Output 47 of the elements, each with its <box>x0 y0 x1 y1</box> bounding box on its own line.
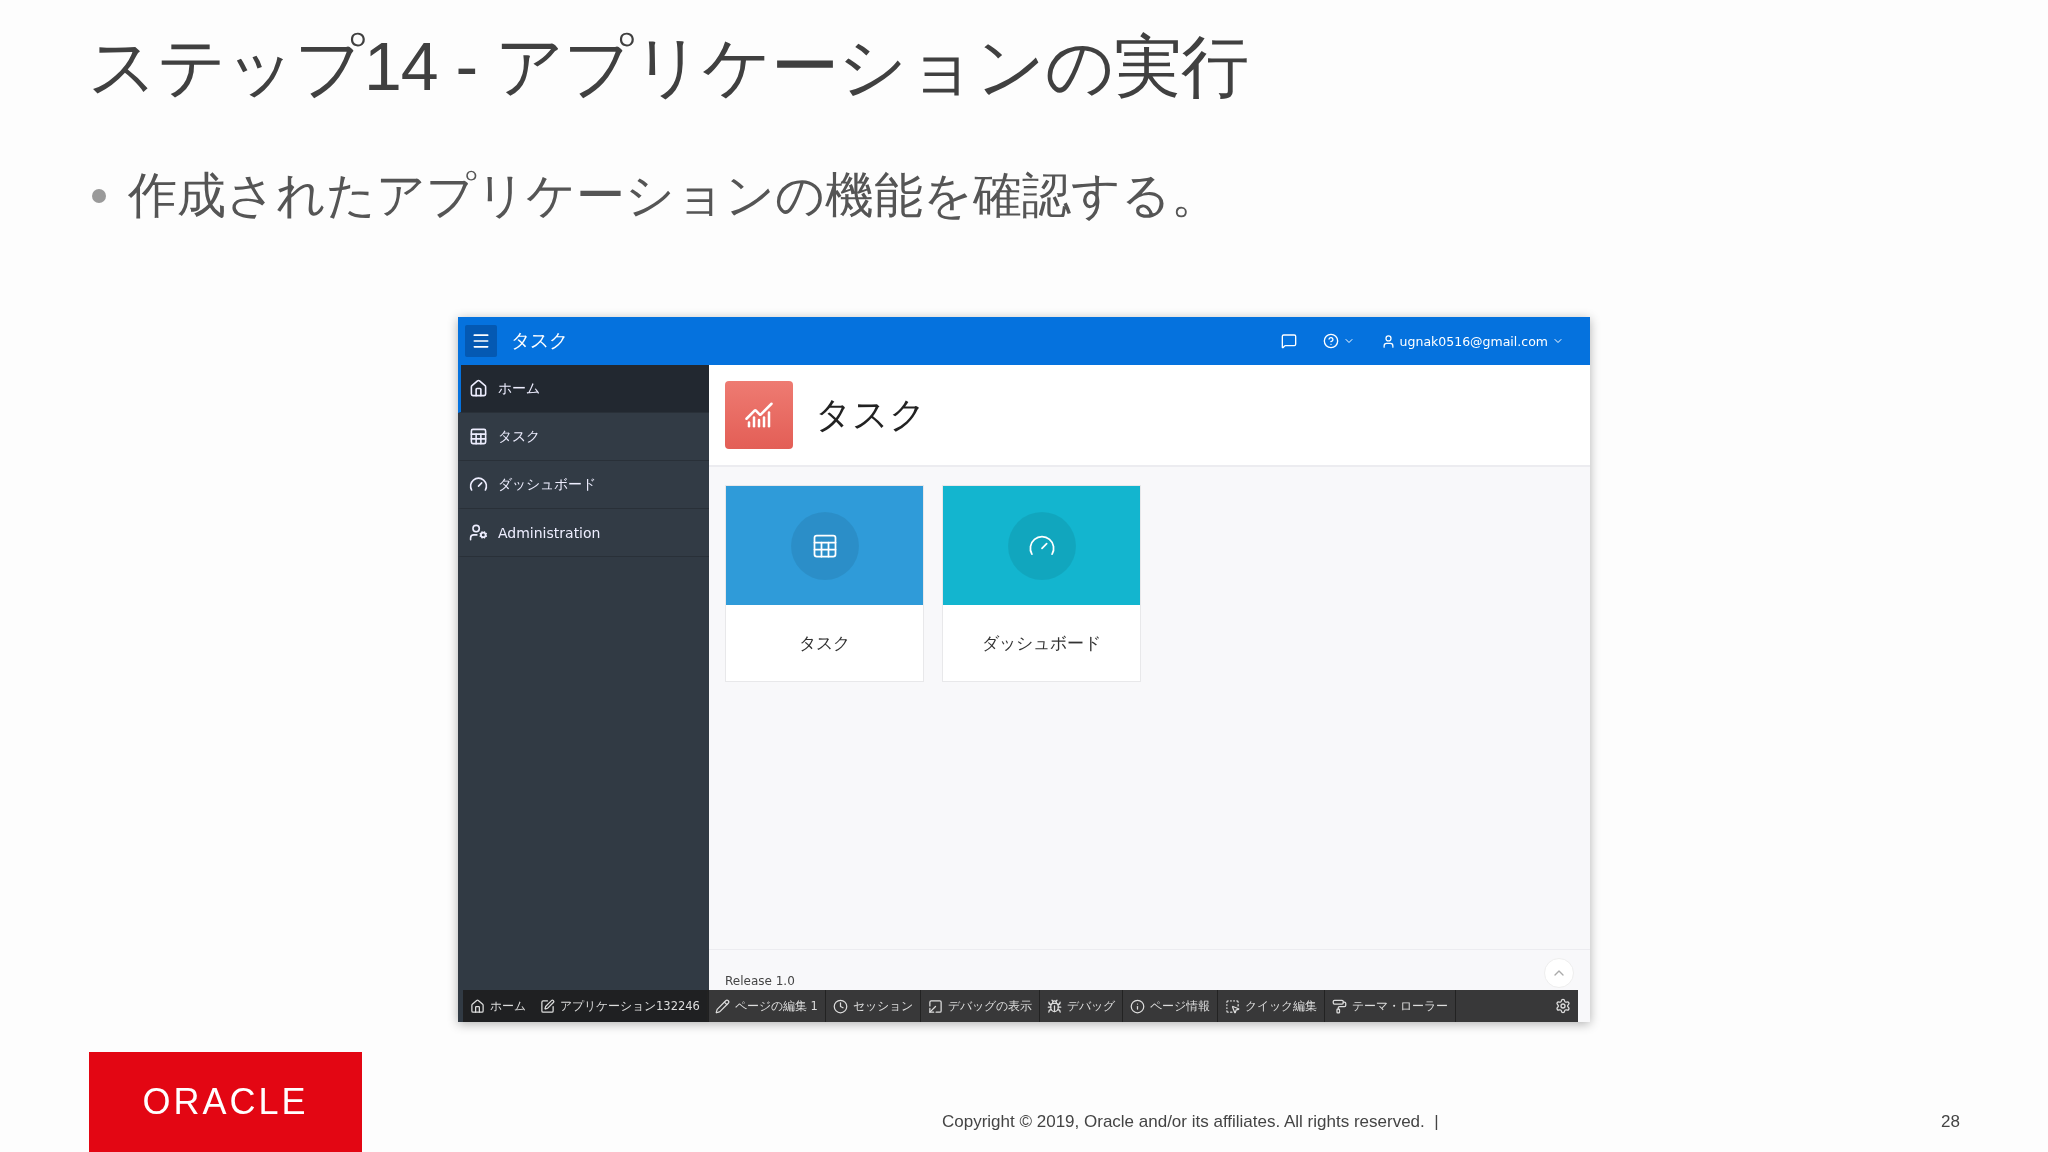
selection-pointer-icon <box>1224 998 1240 1014</box>
window-arrow-icon <box>927 998 943 1014</box>
chart-tile-icon <box>725 381 793 449</box>
paint-roller-icon <box>1331 998 1347 1014</box>
pencil-icon <box>714 998 730 1014</box>
sidebar-label: ダッシュボード <box>498 475 596 494</box>
gauge-icon <box>469 475 488 494</box>
user-menu-button[interactable]: ugnak0516@gmail.com <box>1372 333 1572 349</box>
toolbar-button[interactable]: ページの編集 1 <box>707 990 826 1022</box>
release-text: Release 1.0 <box>725 974 795 988</box>
toolbar-button[interactable]: アプリケーション132246 <box>533 990 708 1022</box>
sidebar-label: Administration <box>498 524 601 541</box>
speech-bubble-icon <box>1280 333 1297 349</box>
app-title: タスク <box>511 328 568 353</box>
bug-icon <box>1046 998 1062 1014</box>
toolbar-button[interactable]: クイック編集 <box>1217 990 1325 1022</box>
toolbar-button[interactable]: ホーム <box>463 990 533 1022</box>
toolbar-button[interactable]: デバッグ <box>1039 990 1123 1022</box>
page-title: タスク <box>815 392 926 437</box>
logo: ORACLE <box>89 1052 362 1152</box>
toolbar-button[interactable]: テーマ・ローラー <box>1324 990 1456 1022</box>
settings-icon <box>1555 998 1571 1014</box>
menu-card[interactable]: タスク <box>725 485 924 682</box>
sidebar-item[interactable]: ホーム <box>458 365 709 413</box>
slide-title: ステップ14 - アプリケーションの実行 <box>88 27 1250 106</box>
card-label: ダッシュボード <box>982 631 1101 655</box>
sidebar-label: タスク <box>498 427 540 446</box>
sidebar-label: ホーム <box>498 379 540 398</box>
toolbar-button[interactable]: セッション <box>825 990 921 1022</box>
info-icon <box>1129 998 1145 1014</box>
bullet-text: 作成されたアプリケーションの機能を確認する。 <box>128 166 1220 226</box>
menu-button[interactable] <box>465 325 497 357</box>
edit-icon <box>540 998 555 1014</box>
bullet-dot <box>92 189 106 203</box>
home-icon <box>469 379 488 398</box>
menu-icon <box>471 331 491 351</box>
menu-card[interactable]: ダッシュボード <box>942 485 1141 682</box>
home-icon <box>470 998 485 1014</box>
help-icon <box>1322 333 1339 349</box>
toolbar-button[interactable]: ページ情報 <box>1122 990 1218 1022</box>
copyright-text: Copyright © 2019, Oracle and/or its affiliates. All rights reserved. | <box>942 1112 1439 1132</box>
table-icon <box>469 427 488 446</box>
toolbar-button[interactable]: デバッグの表示 <box>920 990 1040 1022</box>
card-label: タスク <box>799 631 850 655</box>
clock-icon <box>832 998 848 1014</box>
page-number: 28 <box>1941 1112 1961 1132</box>
user-icon <box>1380 333 1396 349</box>
